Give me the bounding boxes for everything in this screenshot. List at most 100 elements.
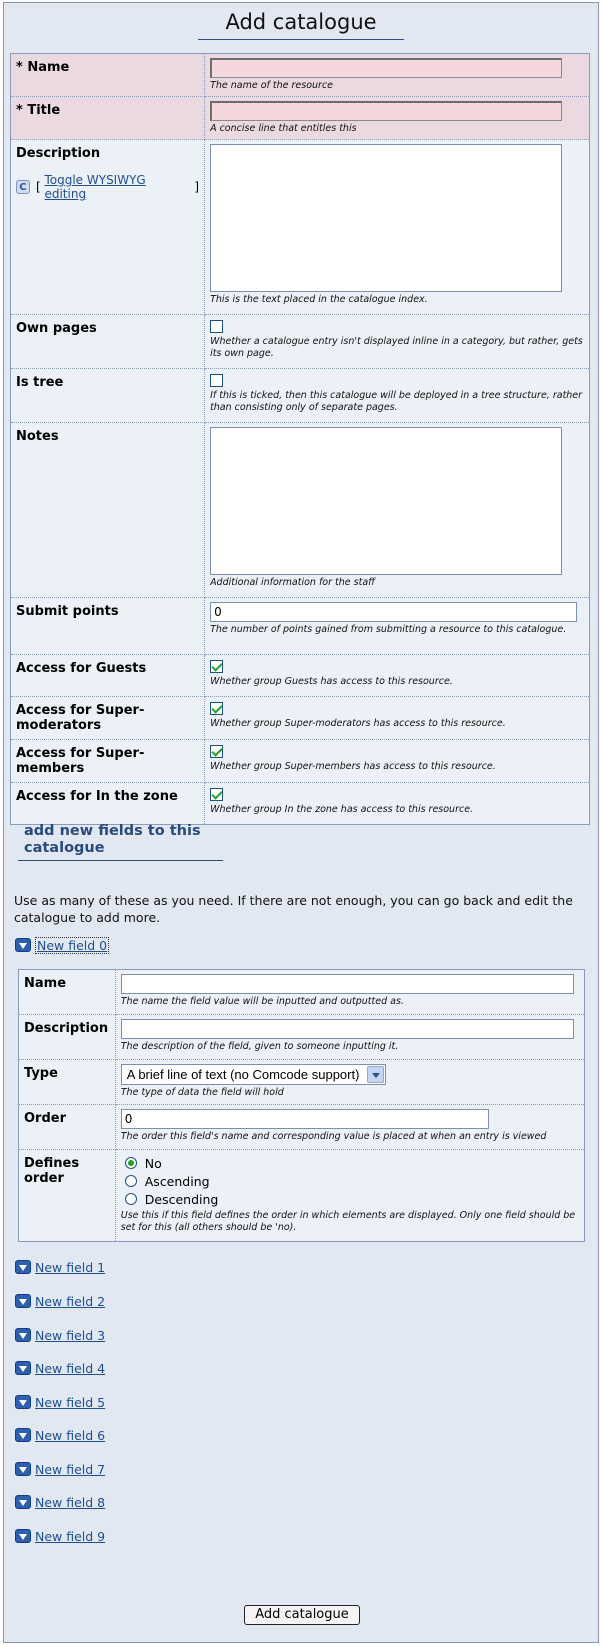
field-name-desc: The name the field value will be inputte… [120,996,404,1007]
field-type-row: Type A brief line of text (no Comcode su… [18,1059,586,1105]
new-field-5-link[interactable]: New field 5 [35,1395,105,1410]
access-guests-label: Access for Guests [9,654,206,697]
toggle-wysiwyg-link[interactable]: Toggle WYSIWYG editing [44,173,190,201]
expand-icon[interactable] [15,1361,31,1375]
field-description-row: Description The description of the field… [18,1014,586,1060]
new-field-9-link[interactable]: New field 9 [35,1529,105,1544]
new-field-4-toggle[interactable]: New field 4 [15,1359,105,1377]
new-field-3-link[interactable]: New field 3 [35,1328,105,1343]
description-label: Description [16,146,101,161]
expand-icon[interactable] [15,1495,31,1509]
new-field-9-toggle[interactable]: New field 9 [15,1527,105,1545]
page-title: Add catalogue [198,10,404,40]
new-field-2-link[interactable]: New field 2 [35,1294,105,1309]
field-name-input[interactable] [120,974,574,994]
defines-order-radio-descending[interactable] [124,1193,137,1205]
new-field-7-toggle[interactable]: New field 7 [15,1460,105,1478]
defines-order-label-no: No [144,1155,162,1171]
new-field-0-link[interactable]: New field 0 [37,938,107,953]
field-type-desc: The type of data the field will hold [120,1087,284,1098]
comcode-icon: C [16,180,30,194]
new-field-4-link[interactable]: New field 4 [35,1361,105,1376]
defines-order-label-ascending: Ascending [144,1173,210,1189]
field-order-input[interactable] [120,1109,489,1129]
wysiwyg-toggle: C [ Toggle WYSIWYG editing ] [16,173,199,201]
new-field-3-toggle[interactable]: New field 3 [15,1326,105,1344]
new-field-8-toggle[interactable]: New field 8 [15,1493,105,1511]
access-supermembers-row: Access for Super-members Whether group S… [9,739,590,783]
field-order-label: Order [18,1104,116,1150]
notes-textarea[interactable] [210,427,563,575]
own-pages-checkbox[interactable] [210,320,224,333]
field-order-row: Order The order this field's name and co… [18,1104,586,1150]
expand-icon[interactable] [15,1462,31,1476]
access-inzone-row: Access for In the zone Whether group In … [9,782,590,825]
expand-icon[interactable] [15,1328,31,1342]
submit-points-label: Submit points [9,597,206,655]
access-supermods-desc: Whether group Super-moderators has acces… [210,718,506,729]
new-field-0-toggle[interactable]: New field 0 [15,936,110,954]
is-tree-row: Is tree If this is ticked, then this cat… [9,368,590,423]
defines-order-option-ascending[interactable]: Ascending [124,1172,579,1190]
defines-order-option-descending[interactable]: Descending [124,1190,579,1208]
defines-order-radio-no[interactable] [124,1157,137,1169]
expand-icon[interactable] [15,1428,31,1442]
new-field-1-link[interactable]: New field 1 [35,1260,105,1275]
defines-order-label-descending: Descending [144,1191,219,1207]
own-pages-label: Own pages [9,314,206,369]
name-input[interactable] [210,58,563,78]
expand-icon[interactable] [15,938,31,952]
notes-label: Notes [9,422,206,598]
fields-section-intro: Use as many of these as you need. If the… [14,893,573,925]
field-order-desc: The order this field's name and correspo… [120,1131,547,1142]
access-supermembers-checkbox[interactable] [210,745,224,758]
notes-desc: Additional information for the staff [210,577,375,588]
new-field-1-toggle[interactable]: New field 1 [15,1258,105,1276]
new-field-2-toggle[interactable]: New field 2 [15,1292,105,1310]
catalogue-form: * Name The name of the resource * Title … [9,53,590,825]
new-field-8-link[interactable]: New field 8 [35,1495,105,1510]
own-pages-row: Own pages Whether a catalogue entry isn'… [9,314,590,369]
access-guests-row: Access for Guests Whether group Guests h… [9,654,590,697]
expand-icon[interactable] [15,1260,31,1274]
new-field-0-form: Name The name the field value will be in… [18,969,586,1242]
title-label: * Title [9,96,206,140]
field-description-input[interactable] [120,1019,574,1039]
field-name-label: Name [18,969,116,1015]
field-description-desc: The description of the field, given to s… [120,1041,399,1052]
access-guests-checkbox[interactable] [210,660,224,673]
name-row: * Name The name of the resource [9,53,590,97]
submit-points-input[interactable] [210,602,578,622]
description-desc: This is the text placed in the catalogue… [210,294,428,305]
access-inzone-checkbox[interactable] [210,788,224,801]
title-input[interactable] [210,101,563,121]
notes-row: Notes Additional information for the sta… [9,422,590,598]
description-textarea[interactable] [210,144,563,292]
field-type-selected: A brief line of text (no Comcode support… [126,1067,360,1082]
new-field-7-link[interactable]: New field 7 [35,1462,105,1477]
fields-section-title: add new fields to this catalogue [18,821,223,861]
access-inzone-desc: Whether group In the zone has access to … [210,804,474,815]
title-desc: A concise line that entitles this [210,123,357,134]
add-catalogue-button[interactable]: Add catalogue [244,1605,360,1625]
field-type-select[interactable]: A brief line of text (no Comcode support… [120,1064,386,1085]
access-supermods-checkbox[interactable] [210,702,224,715]
own-pages-desc: Whether a catalogue entry isn't displaye… [210,336,583,359]
new-field-6-toggle[interactable]: New field 6 [15,1426,105,1444]
field-defines-order-desc: Use this if this field defines the order… [120,1210,576,1233]
access-supermods-label: Access for Super-moderators [9,696,206,740]
expand-icon[interactable] [15,1294,31,1308]
expand-icon[interactable] [15,1529,31,1543]
defines-order-option-no[interactable]: No [124,1154,579,1172]
is-tree-checkbox[interactable] [210,374,224,387]
new-field-6-link[interactable]: New field 6 [35,1428,105,1443]
new-field-5-toggle[interactable]: New field 5 [15,1393,105,1411]
description-row: Description C [ Toggle WYSIWYG editing ]… [9,139,590,315]
access-supermods-row: Access for Super-moderators Whether grou… [9,696,590,740]
toggle-bracket-open: [ [35,180,41,194]
field-defines-order-label: Defines order [18,1149,116,1242]
chevron-down-icon[interactable] [366,1066,384,1083]
is-tree-label: Is tree [9,368,206,423]
defines-order-radio-ascending[interactable] [124,1175,137,1187]
expand-icon[interactable] [15,1395,31,1409]
